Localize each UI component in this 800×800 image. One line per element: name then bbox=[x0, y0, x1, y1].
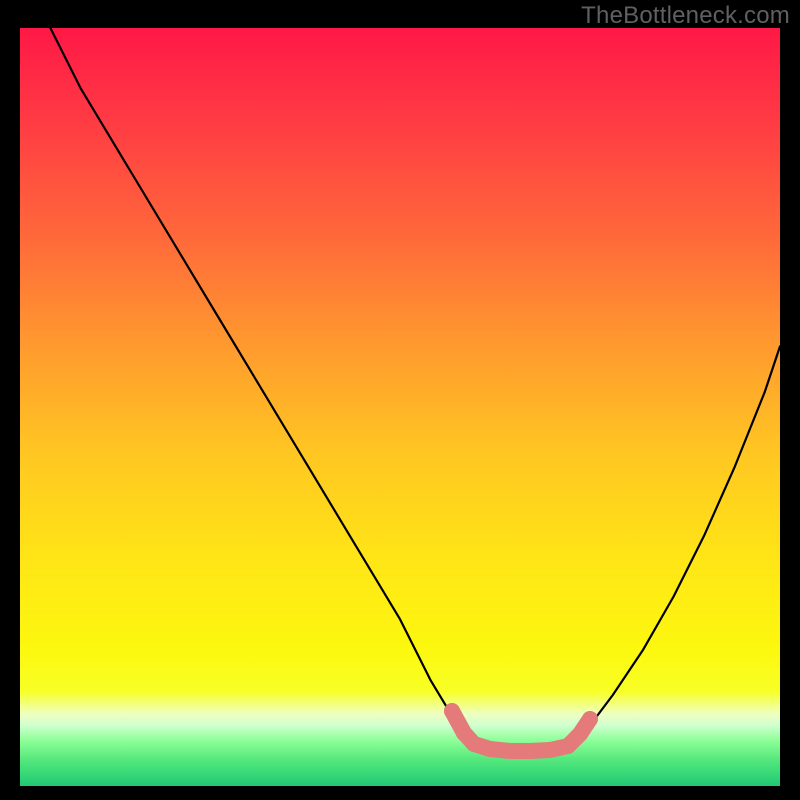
chart-frame: TheBottleneck.com bbox=[0, 0, 800, 800]
bottleneck-curve bbox=[50, 28, 780, 756]
plot-area bbox=[20, 28, 780, 786]
curve-layer bbox=[20, 28, 780, 786]
watermark-text: TheBottleneck.com bbox=[581, 2, 790, 30]
